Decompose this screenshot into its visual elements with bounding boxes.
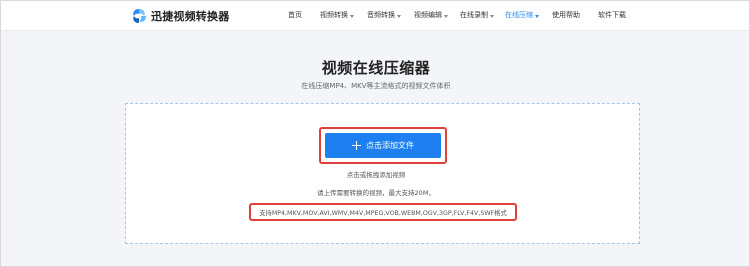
nav-label: 视频转换	[320, 11, 348, 19]
nav-item-audio-convert[interactable]: 音频转换	[367, 10, 401, 20]
nav-label: 软件下载	[598, 11, 626, 19]
page-title: 视频在线压缩器	[321, 59, 431, 77]
nav-label: 视频编辑	[414, 11, 442, 19]
add-file-label: 点击添加文件	[366, 141, 414, 150]
nav-label: 音频转换	[367, 11, 395, 19]
nav-label: 使用帮助	[552, 11, 580, 19]
chevron-down-icon	[535, 14, 539, 18]
drag-hint: 点击或拖拽添加视频	[346, 171, 406, 179]
nav-item-online-record[interactable]: 在线录制	[460, 10, 494, 20]
chevron-down-icon	[350, 14, 354, 18]
chevron-down-icon	[490, 14, 494, 18]
nav-label: 首页	[288, 11, 302, 19]
nav-item-help[interactable]: 使用帮助	[552, 10, 580, 20]
supported-formats: 支持MP4,MKV,MOV,AVI,WMV,M4V,MPEG,VOB,WEBM,…	[259, 209, 507, 217]
plus-icon	[352, 141, 361, 150]
nav-item-online-compress[interactable]: 在线压缩	[505, 10, 539, 20]
nav-item-video-edit[interactable]: 视频编辑	[414, 10, 448, 20]
nav-item-home[interactable]: 首页	[288, 10, 302, 20]
nav-item-video-convert[interactable]: 视频转换	[320, 10, 354, 20]
nav-item-download[interactable]: 软件下载	[598, 10, 626, 20]
main-nav: 首页 视频转换 音频转换 视频编辑 在线录制 在线压缩 使用帮助 软件下载	[1, 1, 749, 31]
top-navbar: 迅捷视频转换器 首页 视频转换 音频转换 视频编辑 在线录制 在线压缩 使用帮助	[1, 1, 749, 31]
formats-highlight: 支持MP4,MKV,MOV,AVI,WMV,M4V,MPEG,VOB,WEBM,…	[249, 203, 517, 221]
chevron-down-icon	[397, 14, 401, 18]
nav-label: 在线压缩	[505, 11, 533, 19]
page-subtitle: 在线压缩MP4、MKV等主流格式的视频文件体积	[301, 82, 451, 90]
page: 迅捷视频转换器 首页 视频转换 音频转换 视频编辑 在线录制 在线压缩 使用帮助	[0, 0, 750, 267]
nav-label: 在线录制	[460, 11, 488, 19]
chevron-down-icon	[444, 14, 448, 18]
add-file-button[interactable]: 点击添加文件	[325, 133, 441, 158]
size-limit-text: 请上传需要转换的视频，最大支持20M，	[317, 189, 435, 197]
